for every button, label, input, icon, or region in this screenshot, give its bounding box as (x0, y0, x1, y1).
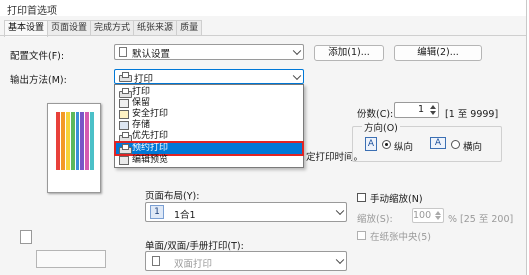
center-on-page-label: 在纸张中央(5) (370, 232, 431, 243)
preview-color-bar (65, 112, 70, 170)
manual-scaling-label: 手动缩放(N) (370, 194, 423, 205)
copies-stack-icon (20, 230, 32, 244)
copies-stepper[interactable]: 1 (394, 102, 439, 118)
profile-icon (119, 47, 127, 57)
printer-icon (119, 88, 132, 98)
copies-label: 份数(C): (357, 109, 394, 120)
center-on-page-checkbox[interactable] (357, 231, 366, 240)
duplex-label: 单面/双面/手册打印(T): (145, 241, 244, 252)
option-secure-print-label: 安全打印 (132, 109, 169, 119)
option-hold-label: 保留 (132, 98, 151, 108)
orientation-label: 方向(O) (362, 120, 400, 134)
duplex-value: 双面打印 (174, 259, 213, 270)
window-title: 打印首选项 (7, 6, 57, 17)
preview-color-bar (60, 112, 65, 170)
spin-up-icon[interactable] (435, 211, 441, 215)
add-profile-button[interactable]: 添加(1)... (314, 45, 384, 61)
chevron-down-icon (292, 71, 302, 80)
option-edit-preview[interactable]: 编辑预览 (116, 155, 302, 166)
option-hold[interactable]: 保留 (116, 98, 302, 109)
preview-color-bar (56, 112, 60, 170)
preview-page (47, 103, 101, 193)
portrait-radio[interactable] (382, 140, 391, 149)
printer-icon (119, 132, 132, 142)
chevron-down-icon (292, 46, 302, 56)
tab-page-setup[interactable]: 页面设置 (47, 20, 92, 36)
scale-stepper[interactable]: 100 (412, 208, 444, 223)
chevron-down-icon (335, 206, 345, 216)
chevron-down-icon (335, 255, 345, 265)
page-layout-icon: 1 (150, 205, 164, 219)
spin-down-icon[interactable] (435, 216, 441, 220)
lock-icon (119, 110, 129, 119)
option-priority-print-label: 优先打印 (132, 131, 169, 141)
scale-value: 100 (413, 210, 432, 221)
tab-quality[interactable]: 质量 (176, 20, 203, 36)
duplex-icon (152, 256, 160, 266)
output-method-select[interactable]: 打印 (114, 69, 304, 85)
print-preferences-dialog: 打印首选项 基本设置 页面设置 完成方式 纸张来源 质量 配置文件(F): 默认… (0, 0, 527, 275)
portrait-label: 纵向 (394, 142, 414, 153)
preview-color-bar (70, 112, 75, 170)
scale-range: % [25 至 200] (448, 214, 514, 225)
tab-strip: 基本设置 页面设置 完成方式 纸张来源 质量 (4, 20, 203, 37)
page-layout-label: 页面布局(Y): (145, 191, 200, 202)
option-store-label: 存储 (132, 120, 151, 130)
copies-range: [1 至 9999] (445, 109, 499, 120)
preview-icon (119, 156, 129, 165)
output-method-value: 打印 (134, 74, 154, 85)
copies-value: 1 (417, 104, 424, 115)
duplex-select[interactable]: 双面打印 (145, 251, 347, 271)
edit-profile-button[interactable]: 编辑(2)... (394, 45, 482, 61)
option-print[interactable]: 打印 (116, 87, 302, 98)
landscape-radio[interactable] (451, 140, 460, 149)
option-scheduled-print[interactable]: 预约打印 (114, 141, 304, 156)
printer-icon (119, 72, 132, 82)
landscape-label: 横向 (463, 142, 483, 153)
printer-icon (119, 144, 132, 154)
preview-color-bars (56, 112, 94, 170)
preview-color-bar (80, 112, 85, 170)
spin-up-icon[interactable] (430, 105, 436, 109)
storage-icon (119, 121, 129, 130)
option-secure-print[interactable]: 安全打印 (116, 109, 302, 120)
spin-down-icon[interactable] (430, 111, 436, 115)
output-method-label: 输出方法(M): (10, 75, 67, 86)
tab-divider (0, 35, 526, 36)
profile-select[interactable]: 默认设置 (114, 44, 304, 60)
preview-color-bar (75, 112, 80, 170)
option-scheduled-print-label: 预约打印 (132, 143, 169, 153)
page-layout-value: 1合1 (174, 210, 196, 221)
preview-toolbar (36, 250, 106, 268)
profile-value: 默认设置 (132, 49, 171, 60)
option-print-label: 打印 (132, 87, 151, 97)
landscape-icon: A (430, 137, 446, 149)
page-layout-select[interactable]: 1 1合1 (145, 202, 347, 222)
option-priority-print[interactable]: 优先打印 (116, 131, 302, 142)
option-edit-preview-label: 编辑预览 (132, 155, 169, 165)
option-store[interactable]: 存储 (116, 120, 302, 131)
hold-icon (119, 99, 129, 108)
output-method-dropdown: 打印 保留 安全打印 存储 优先打印 预约打印 编辑预览 (114, 84, 304, 168)
manual-scaling-checkbox[interactable] (357, 193, 366, 202)
profile-label: 配置文件(F): (10, 51, 65, 62)
scale-label: 缩放(S): (357, 214, 393, 225)
tab-finishing[interactable]: 完成方式 (90, 20, 135, 36)
preview-color-bar (85, 112, 90, 170)
tab-paper-source[interactable]: 纸张来源 (133, 20, 178, 36)
preview-color-bar (90, 112, 94, 170)
portrait-icon: A (365, 137, 377, 151)
title-bar: 打印首选项 (0, 0, 526, 17)
